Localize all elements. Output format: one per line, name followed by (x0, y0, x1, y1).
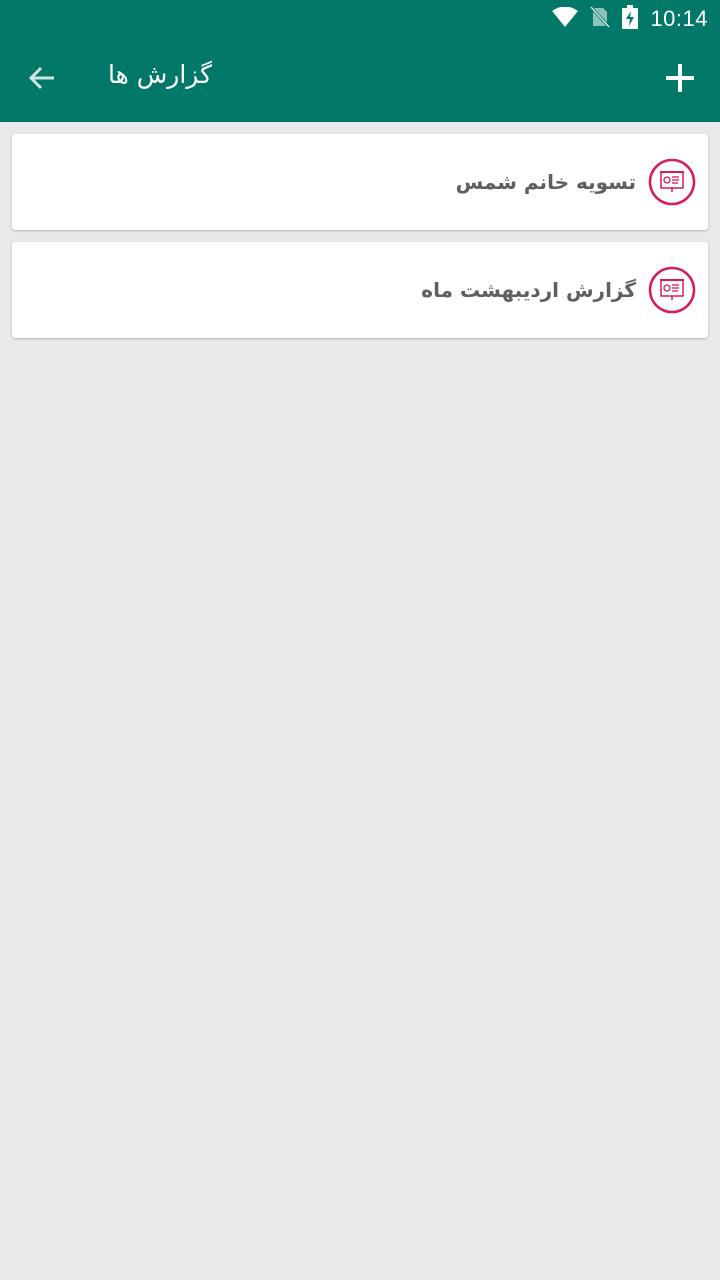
status-time: 10:14 (650, 6, 708, 31)
no-sim-icon (590, 5, 611, 32)
report-label: گزارش اردیبهشت ماه (421, 278, 636, 302)
report-presentation-icon (648, 158, 696, 206)
arrow-back-icon (27, 63, 57, 97)
app-bar: گزارش ها (0, 38, 720, 122)
status-icons: 10:14 (552, 0, 708, 38)
report-list: تسویه خانم شمس گزارش اردیبهشت ماه (12, 134, 708, 350)
battery-charging-icon (622, 5, 639, 33)
wifi-icon (552, 6, 579, 31)
report-item[interactable]: گزارش اردیبهشت ماه (12, 242, 708, 338)
page-title: گزارش ها (108, 60, 212, 89)
add-report-button[interactable] (656, 56, 704, 104)
report-item[interactable]: تسویه خانم شمس (12, 134, 708, 230)
report-label: تسویه خانم شمس (455, 170, 636, 194)
back-button[interactable] (20, 58, 64, 102)
report-presentation-icon (648, 266, 696, 314)
status-bar: 10:14 (0, 0, 720, 38)
plus-icon (664, 62, 696, 98)
